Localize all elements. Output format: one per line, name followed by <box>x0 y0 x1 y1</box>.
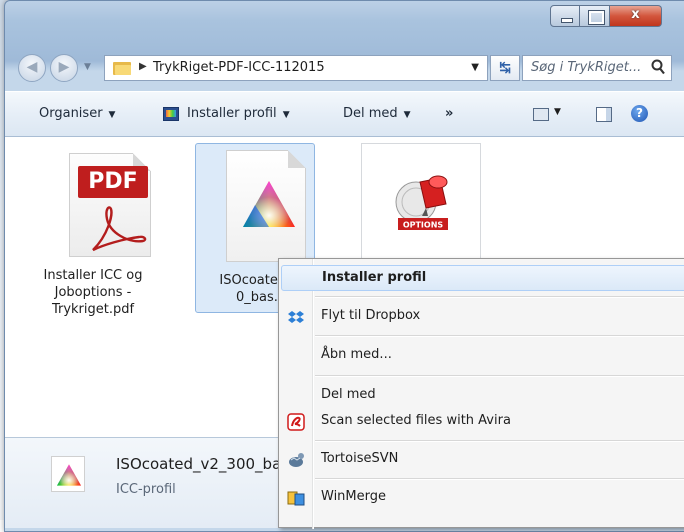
file-name-line: Installer ICC og <box>43 268 143 283</box>
color-triangle-icon <box>243 181 295 227</box>
menu-separator <box>315 440 684 442</box>
command-bar: Organiser ▼ Installer profil ▼ Del med ▼ » … <box>5 91 684 137</box>
chevron-down-icon: ▼ <box>108 110 116 120</box>
maximize-button[interactable] <box>580 5 610 27</box>
recent-pages-dropdown[interactable]: ▼ <box>84 62 96 74</box>
menu-item-avira-scan[interactable]: Scan selected files with Avira <box>279 409 684 435</box>
preview-pane-icon[interactable] <box>596 107 612 122</box>
organise-button[interactable]: Organiser ▼ <box>39 106 115 121</box>
change-view-icon[interactable] <box>533 108 549 121</box>
menu-item-install-profile[interactable]: Installer profil <box>281 265 684 291</box>
address-bar[interactable]: ▶ TrykRiget-PDF-ICC-112015 ▼ <box>104 55 488 81</box>
forward-button[interactable]: ▶ <box>50 54 78 82</box>
close-icon: x <box>631 7 640 22</box>
folder-icon <box>113 60 131 75</box>
menu-item-tortoisesvn[interactable]: TortoiseSVN <box>279 447 684 473</box>
menu-item-label: WinMerge <box>321 489 386 504</box>
arrow-right-icon: ▶ <box>58 59 70 75</box>
address-dropdown[interactable]: ▼ <box>471 62 479 73</box>
menu-item-open-with[interactable]: Åbn med... <box>279 343 684 369</box>
menu-item-label: Åbn med... <box>321 347 392 362</box>
joboptions-icon: OPTIONS <box>395 175 448 230</box>
install-profile-icon <box>163 107 179 121</box>
back-button[interactable]: ◀ <box>18 54 46 82</box>
options-badge-text: OPTIONS <box>403 221 444 230</box>
search-input[interactable]: Søg i TrykRiget... <box>531 60 641 75</box>
menu-item-share-with[interactable]: Del med <box>279 383 684 409</box>
refresh-button[interactable]: ↹ <box>490 55 520 81</box>
menu-item-label: TortoiseSVN <box>321 451 399 466</box>
minimize-icon <box>561 18 573 23</box>
install-profile-button[interactable]: Installer profil ▼ <box>187 106 290 121</box>
color-triangle-icon <box>56 464 82 486</box>
minimize-button[interactable] <box>550 5 580 27</box>
menu-item-label: Flyt til Dropbox <box>321 308 421 323</box>
file-name-line: Joboptions - <box>54 285 132 300</box>
avira-icon <box>287 413 305 431</box>
more-commands-button[interactable]: » <box>445 106 453 121</box>
icc-file-icon <box>226 150 306 262</box>
menu-item-dropbox[interactable]: Flyt til Dropbox <box>279 304 684 330</box>
arrow-left-icon: ◀ <box>26 59 38 75</box>
chevron-down-icon: ▼ <box>403 110 411 120</box>
menu-separator <box>315 335 684 337</box>
breadcrumb-separator[interactable]: ▶ <box>139 61 147 72</box>
chevron-down-icon: ▼ <box>282 110 290 120</box>
organise-label: Organiser <box>39 106 103 121</box>
share-label: Del med <box>343 106 398 121</box>
share-button[interactable]: Del med ▼ <box>343 106 411 121</box>
menu-item-label: Del med <box>321 387 376 402</box>
close-button[interactable]: x <box>610 5 662 27</box>
context-menu: Installer profil Flyt til Dropbox Åbn me… <box>278 258 684 529</box>
menu-item-winmerge[interactable]: WinMerge <box>279 485 684 511</box>
search-icon <box>651 59 665 75</box>
menu-separator <box>315 375 684 377</box>
details-file-name: ISOcoated_v2_300_ba <box>116 455 282 473</box>
view-options-dropdown[interactable]: ▼ <box>554 107 561 117</box>
help-icon[interactable]: ? <box>631 105 648 122</box>
pdf-badge: PDF <box>78 166 148 198</box>
maximize-icon <box>588 10 605 25</box>
menu-separator <box>315 478 684 480</box>
search-box[interactable]: Søg i TrykRiget... <box>522 55 672 81</box>
breadcrumb-folder[interactable]: TrykRiget-PDF-ICC-112015 <box>153 60 325 75</box>
details-file-type: ICC-profil <box>116 482 176 497</box>
icc-file-icon <box>51 456 85 492</box>
winmerge-icon <box>287 491 305 506</box>
acrobat-icon <box>92 206 147 252</box>
file-item-pdf[interactable]: PDF Installer ICC og Joboptions - Trykri… <box>33 143 153 317</box>
file-item-joboptions[interactable]: OPTIONS <box>361 143 481 261</box>
menu-item-label: Installer profil <box>322 270 427 285</box>
file-name-line: Trykriget.pdf <box>51 302 135 317</box>
tortoisesvn-icon <box>289 453 304 467</box>
menu-separator <box>315 296 684 298</box>
menu-item-label: Scan selected files with Avira <box>321 413 511 428</box>
dropbox-icon <box>288 311 304 323</box>
file-name: Installer ICC og Joboptions - Trykriget.… <box>33 267 153 318</box>
install-profile-label: Installer profil <box>187 106 277 121</box>
